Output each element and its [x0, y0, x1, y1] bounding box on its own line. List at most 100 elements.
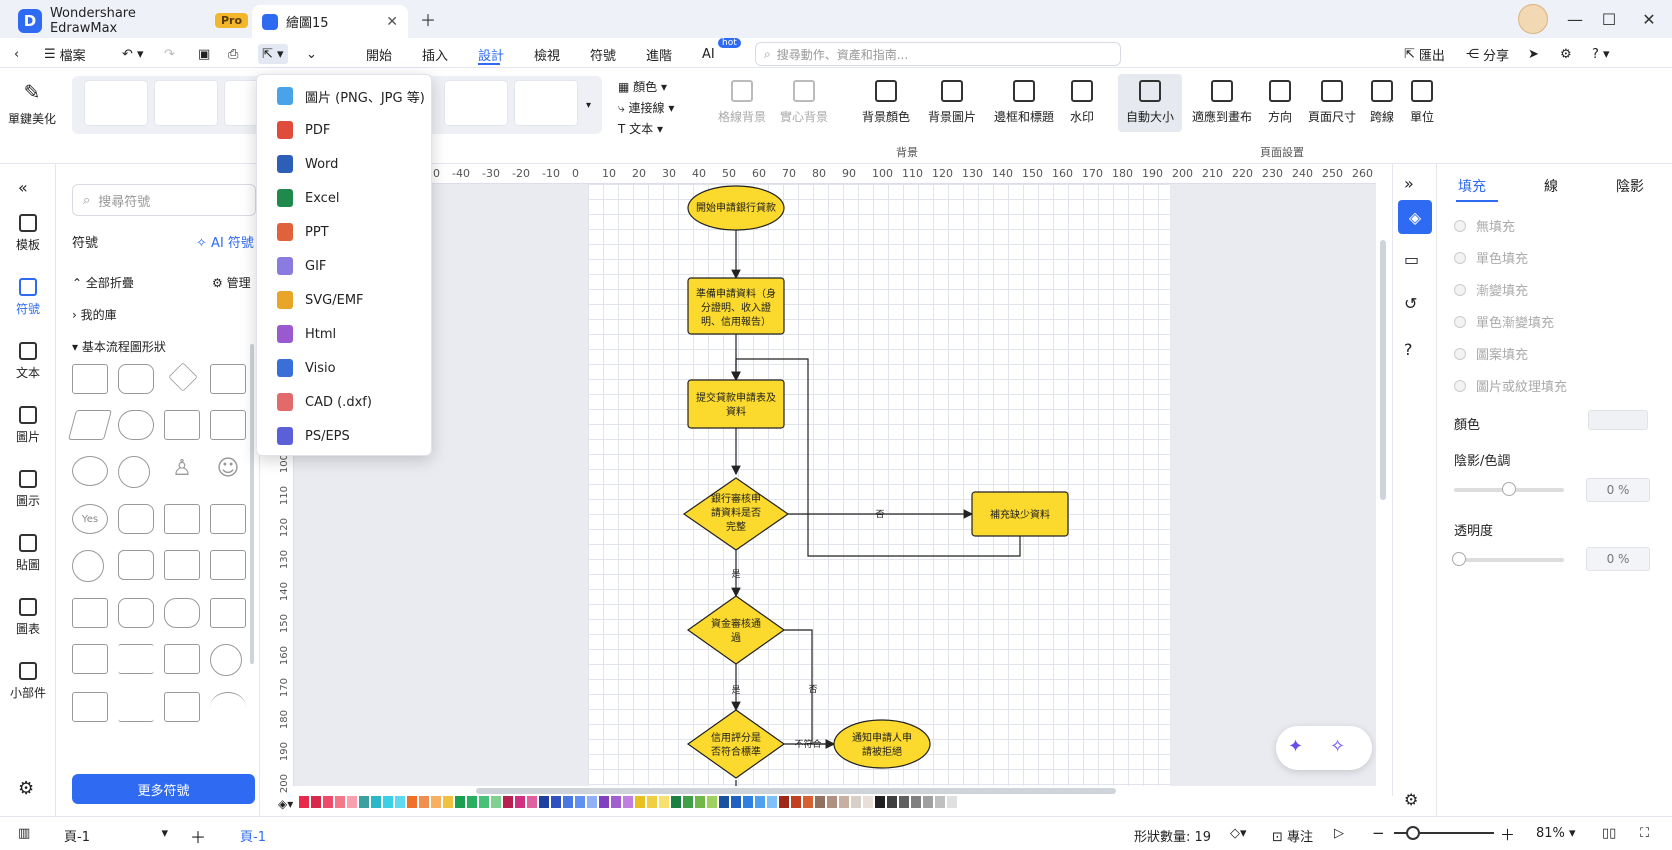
manage-button[interactable]: ⚙ 管理 [212, 274, 251, 291]
style-option-2[interactable] [154, 80, 218, 126]
data-shape[interactable] [67, 410, 113, 440]
export-option-8[interactable]: Visio [257, 351, 431, 385]
palette-swatch[interactable] [491, 796, 502, 808]
palette-swatch[interactable] [563, 796, 574, 808]
palette-swatch[interactable] [947, 796, 958, 808]
more-symbols-button[interactable]: 更多符號 [72, 774, 255, 804]
close-tab-icon[interactable]: ✕ [386, 14, 398, 30]
card-shape[interactable] [210, 504, 246, 534]
zoom-level[interactable]: 81% ▾ [1536, 826, 1576, 841]
paint-bucket-icon[interactable]: ◈▾ [278, 797, 293, 811]
connector-dropdown[interactable]: ⤷ 連接線 ▾ [618, 99, 674, 116]
collapse-all-button[interactable]: ⌃ 全部折疊 [72, 274, 134, 291]
page-tab[interactable]: 頁-1 [240, 826, 266, 845]
export-option-3[interactable]: Excel [257, 181, 431, 215]
palette-swatch[interactable] [863, 796, 874, 808]
transparency-value-input[interactable]: 0 % [1586, 547, 1650, 571]
credit-decision-shape[interactable] [686, 709, 786, 779]
palette-swatch[interactable] [431, 796, 442, 808]
delay-shape[interactable] [210, 550, 246, 580]
palette-swatch[interactable] [467, 796, 478, 808]
shade-slider-thumb[interactable] [1502, 482, 1516, 496]
symbol-search-input[interactable]: ⌕ 搜尋符號 [72, 184, 256, 216]
back-icon[interactable]: ‹ [14, 44, 19, 64]
palette-swatch[interactable] [551, 796, 562, 808]
export-option-1[interactable]: PDF [257, 113, 431, 147]
palette-swatch[interactable] [671, 796, 682, 808]
palette-swatch[interactable] [395, 796, 406, 808]
nav-icons[interactable]: 圖示 [0, 470, 56, 509]
actor-shape[interactable]: ♙ [164, 456, 200, 486]
watermark-button[interactable]: 水印 [1070, 80, 1094, 125]
add-page-button[interactable]: ＋ [190, 824, 206, 848]
palette-swatch[interactable] [839, 796, 850, 808]
export-option-4[interactable]: PPT [257, 215, 431, 249]
user-shape[interactable]: ☺ [210, 456, 246, 486]
palette-swatch[interactable] [443, 796, 454, 808]
tab-home[interactable]: 開始 [366, 44, 392, 64]
ai-magic-wand-icon[interactable]: ✦ [1288, 736, 1303, 757]
palette-swatch[interactable] [575, 796, 586, 808]
palette-swatch[interactable] [323, 796, 334, 808]
palette-swatch[interactable] [779, 796, 790, 808]
jump-line-button[interactable]: 跨線 [1370, 80, 1394, 125]
circle-shape[interactable] [118, 456, 150, 488]
nav-charts[interactable]: 圖表 [0, 598, 56, 637]
my-library-section[interactable]: › 我的庫 [72, 306, 117, 323]
palette-swatch[interactable] [683, 796, 694, 808]
unit-button[interactable]: 單位 [1410, 80, 1434, 125]
basic-flowchart-section[interactable]: ▾ 基本流程圖形狀 [72, 338, 166, 355]
funds-decision-shape[interactable] [686, 595, 786, 665]
nav-widgets[interactable]: 小部件 [0, 662, 56, 701]
close-window-button[interactable]: ✕ [1636, 6, 1662, 32]
palette-swatch[interactable] [935, 796, 946, 808]
play-icon[interactable]: ▷ [1334, 826, 1344, 841]
export-option-0[interactable]: 圖片 (PNG、JPG 等) [257, 79, 431, 113]
palette-swatch[interactable] [875, 796, 886, 808]
palette-swatch[interactable] [815, 796, 826, 808]
tab-view[interactable]: 檢視 [534, 44, 560, 64]
submit-node-shape[interactable] [687, 379, 785, 429]
palette-swatch[interactable] [635, 796, 646, 808]
shade-value-input[interactable]: 0 % [1586, 478, 1650, 502]
pattern-fill-radio[interactable]: 圖案填充 [1454, 344, 1528, 363]
mono-gradient-fill-radio[interactable]: 單色漸變填充 [1454, 312, 1554, 331]
annotation-shape[interactable] [164, 692, 200, 722]
palette-swatch[interactable] [731, 796, 742, 808]
ai-sparkle-button-icon[interactable]: ✧ [1330, 736, 1345, 757]
preparation-shape[interactable] [72, 644, 108, 674]
orientation-button[interactable]: 方向 [1268, 80, 1292, 125]
export-dropdown-button[interactable]: ⇱ ▾ [258, 44, 288, 64]
database-shape[interactable] [118, 504, 154, 534]
palette-swatch[interactable] [347, 796, 358, 808]
tab-advanced[interactable]: 進階 [646, 44, 672, 64]
process-shape[interactable] [72, 364, 108, 394]
gradient-fill-radio[interactable]: 漸變填充 [1454, 280, 1528, 299]
new-tab-button[interactable]: ＋ [415, 6, 441, 32]
page-selector[interactable]: 頁-1 ▾ [64, 826, 168, 845]
manual-operation-shape[interactable] [210, 598, 246, 628]
canvas-vertical-scrollbar[interactable] [1380, 240, 1386, 500]
page-panel-icon[interactable]: ▥ [18, 826, 30, 841]
tab-insert[interactable]: 插入 [422, 44, 448, 64]
zoom-out-button[interactable]: − [1372, 824, 1385, 842]
connector-shape[interactable] [72, 550, 104, 582]
zoom-slider-thumb[interactable] [1406, 826, 1420, 840]
palette-swatch[interactable] [695, 796, 706, 808]
palette-swatch[interactable] [791, 796, 802, 808]
palette-swatch[interactable] [659, 796, 670, 808]
undo-button[interactable]: ↶ ▾ [122, 44, 144, 64]
export-option-2[interactable]: Word [257, 147, 431, 181]
fill-style-icon[interactable]: ◈ [1398, 200, 1432, 234]
direct-data-shape[interactable] [118, 550, 154, 580]
stored-data-shape[interactable] [164, 504, 200, 534]
palette-swatch[interactable] [743, 796, 754, 808]
print-icon[interactable]: ⎙ [228, 44, 238, 64]
palette-swatch[interactable] [455, 796, 466, 808]
palette-swatch[interactable] [827, 796, 838, 808]
solid-background-button[interactable]: 實心背景 [780, 80, 828, 125]
export-button[interactable]: ⇱ 匯出 [1404, 44, 1445, 64]
palette-swatch[interactable] [887, 796, 898, 808]
export-option-9[interactable]: CAD (.dxf) [257, 385, 431, 419]
layers-icon[interactable]: ◇▾ [1230, 826, 1247, 841]
